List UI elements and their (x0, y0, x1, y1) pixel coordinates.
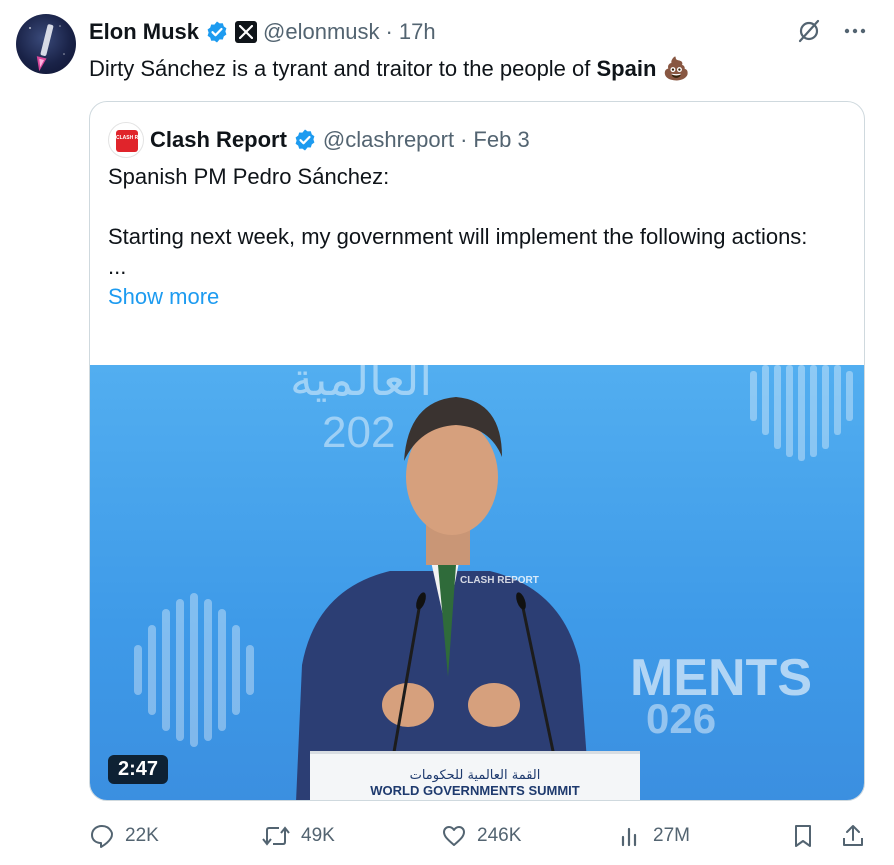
video-player[interactable]: العالمية 202 MENTS 026 CLASH REPORT القم… (90, 365, 864, 800)
author-name[interactable]: Elon Musk (89, 19, 199, 45)
reply-count: 22K (125, 825, 159, 846)
quoted-tweet[interactable]: CLASH REPORT Clash Report @clashreport ·… (89, 101, 865, 801)
repost-count: 49K (301, 825, 335, 846)
quoted-tweet-body: Spanish PM Pedro Sánchez: Starting next … (108, 162, 828, 312)
author-handle[interactable]: @elonmusk (263, 19, 380, 45)
bookmark-icon (795, 825, 811, 847)
author-avatar[interactable] (16, 14, 76, 74)
bg-year-right: 026 (646, 695, 716, 742)
reply-icon (91, 825, 113, 848)
tweet-header: Elon Musk @elonmusk · 17h (89, 16, 436, 48)
podium: القمة العالمية للحكومات WORLD GOVERNMENT… (310, 751, 640, 800)
repost-icon (262, 826, 290, 846)
tweet-text-bold: Spain (596, 56, 657, 81)
verified-badge-icon[interactable] (293, 128, 317, 152)
views-button[interactable]: 27M (619, 816, 690, 856)
tweet-text-main: Dirty Sánchez is a tyrant and traitor to… (89, 56, 597, 81)
quoted-date[interactable]: Feb 3 (473, 127, 529, 153)
like-count: 246K (477, 825, 522, 846)
poop-emoji-icon: 💩 (662, 56, 690, 81)
speaker-figure (296, 397, 590, 800)
like-button[interactable]: 246K (441, 816, 521, 856)
quoted-ellipsis: ... (108, 254, 127, 279)
views-chart-icon (621, 827, 637, 847)
video-frame: العالمية 202 MENTS 026 CLASH REPORT القم… (134, 365, 853, 800)
podium-arabic-text: القمة العالمية للحكومات (410, 768, 541, 783)
heart-icon (443, 826, 465, 846)
bg-arabic-text: العالمية (290, 365, 432, 406)
more-options-icon[interactable] (842, 18, 868, 44)
views-count: 27M (653, 825, 690, 846)
repost-button[interactable]: 49K (261, 816, 335, 856)
quoted-author-name[interactable]: Clash Report (150, 127, 287, 153)
x-logo-icon[interactable] (235, 21, 258, 43)
header-separator: · (385, 19, 393, 44)
quoted-line-2: Starting next week, my government will i… (108, 224, 808, 249)
share-button[interactable] (841, 816, 865, 856)
tweet-time[interactable]: 17h (399, 19, 436, 45)
rocket-avatar-image (29, 24, 65, 72)
bookmark-button[interactable] (791, 816, 815, 856)
video-duration-badge: 2:47 (108, 755, 169, 784)
quoted-author-avatar[interactable]: CLASH REPORT (108, 122, 144, 158)
top-actions (796, 18, 868, 44)
bg-waveform-left (134, 593, 254, 747)
quoted-author-handle[interactable]: @clashreport (323, 127, 454, 153)
bg-waveform-right (750, 365, 853, 461)
verified-badge-icon[interactable] (205, 20, 229, 44)
tweet-text: Dirty Sánchez is a tyrant and traitor to… (89, 54, 690, 84)
podium-banner-text: WORLD GOVERNMENTS SUMMIT (370, 783, 579, 798)
clash-report-watermark: CLASH REPORT (460, 575, 539, 586)
show-more-link[interactable]: Show more (108, 282, 828, 312)
reply-button[interactable]: 22K (89, 816, 159, 856)
grok-icon[interactable] (796, 18, 822, 44)
bg-year-top: 202 (322, 408, 395, 457)
tweet-action-bar: 22K 49K 246K 27M (89, 816, 865, 856)
clash-report-logo: CLASH REPORT (116, 130, 143, 152)
quoted-tweet-header: CLASH REPORT Clash Report @clashreport ·… (108, 122, 530, 158)
quoted-line-1: Spanish PM Pedro Sánchez: (108, 164, 390, 189)
quoted-separator: · (460, 127, 468, 152)
share-icon (843, 825, 863, 846)
